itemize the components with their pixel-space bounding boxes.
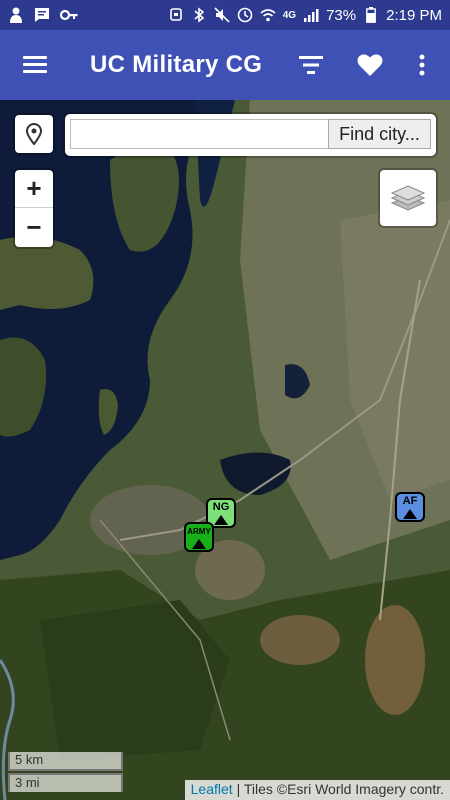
hamburger-icon [23, 56, 47, 74]
mute-icon [214, 7, 230, 23]
army-marker[interactable]: ARMY [184, 522, 214, 552]
map-attribution: Leaflet | Tiles ©Esri World Imagery cont… [184, 780, 450, 800]
army-marker-label: ARMY [187, 527, 211, 536]
tent-icon [403, 509, 417, 519]
location-pin-icon [26, 123, 42, 145]
city-search-input[interactable] [70, 119, 328, 149]
message-notification-icon [34, 7, 50, 23]
alarm-icon [168, 7, 184, 23]
scale-mi: 3 mi [8, 773, 123, 792]
attribution-text: | Tiles ©Esri World Imagery contr. [236, 781, 444, 797]
heart-icon [357, 54, 383, 76]
key-notification-icon [59, 7, 78, 23]
zoom-control: + − [15, 170, 53, 247]
app-bar: UC Military CG [0, 30, 450, 100]
battery-icon [363, 7, 379, 23]
clock-icon [237, 7, 253, 23]
status-bar: 4G 73% 2:19 PM [0, 0, 450, 30]
tent-icon [214, 515, 228, 525]
ng-marker-label: NG [212, 501, 230, 513]
filter-icon [299, 56, 323, 74]
person-notification-icon [8, 7, 24, 23]
app-title: UC Military CG [90, 51, 263, 78]
network-type-label: 4G [282, 9, 297, 21]
status-time: 2:19 PM [386, 6, 442, 24]
zoom-in-button[interactable]: + [15, 170, 53, 208]
af-marker-label: AF [402, 495, 418, 507]
find-city-button[interactable]: Find city... [328, 119, 431, 149]
bluetooth-icon [191, 7, 207, 23]
filter-button[interactable] [289, 30, 333, 100]
zoom-out-button[interactable]: − [15, 208, 53, 246]
locate-button[interactable] [15, 115, 53, 153]
city-search-bar: Find city... [65, 114, 436, 156]
layers-icon [390, 185, 426, 211]
scale-km: 5 km [8, 752, 123, 771]
battery-percent: 73% [326, 6, 357, 24]
layers-button[interactable] [380, 170, 436, 226]
af-marker[interactable]: AF [395, 492, 425, 522]
signal-icon [303, 7, 319, 23]
leaflet-link[interactable]: Leaflet [191, 781, 233, 797]
menu-button[interactable] [0, 30, 70, 100]
more-vert-icon [419, 54, 425, 76]
map-view[interactable]: Find city... + − NG ARMY AF 5 km 3 mi Le… [0, 100, 450, 800]
tent-icon [192, 539, 206, 549]
overflow-menu-button[interactable] [400, 30, 444, 100]
favorites-button[interactable] [348, 30, 392, 100]
wifi-icon [260, 7, 276, 23]
